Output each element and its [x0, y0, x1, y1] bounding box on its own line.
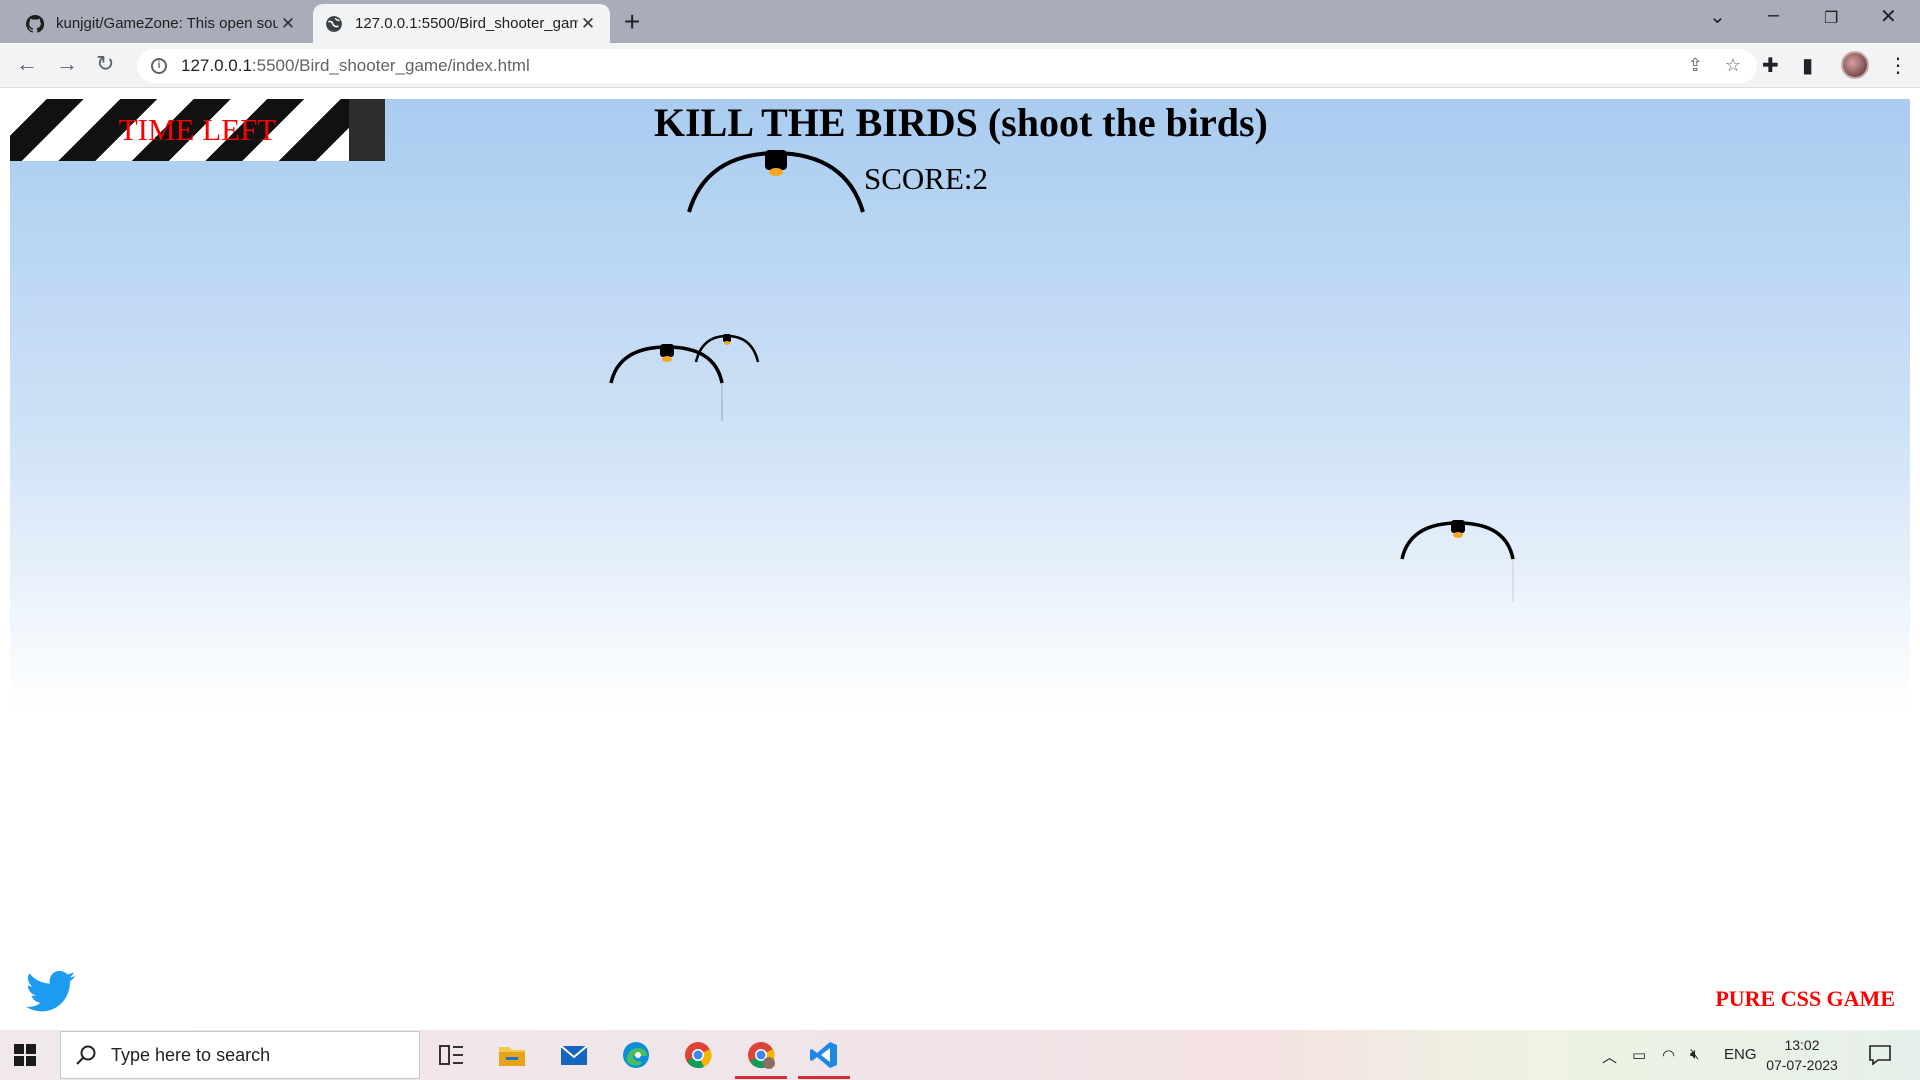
github-icon [26, 14, 44, 33]
clock-date: 07-07-2023 [1766, 1057, 1838, 1073]
taskbar-search-box[interactable]: Type here to search [60, 1031, 420, 1079]
tab-title: 127.0.0.1:5500/Bird_shooter_gam [355, 15, 578, 32]
globe-icon [326, 15, 342, 32]
battery-icon[interactable]: ▭ [1632, 1046, 1646, 1064]
time-left-bar: TIME LEFT [10, 99, 385, 161]
search-placeholder: Type here to search [111, 1044, 271, 1065]
chrome-profile-icon[interactable] [746, 1040, 776, 1070]
forward-arrow-icon[interactable]: → [56, 51, 78, 77]
tab-gamezone[interactable]: kunjgit/GameZone: This open sou ✕ [14, 4, 310, 43]
search-icon [76, 1045, 96, 1065]
wifi-icon[interactable]: ◠ [1662, 1046, 1675, 1064]
url-host: 127.0.0.1 [181, 56, 252, 75]
minimize-icon[interactable]: – [1768, 4, 1779, 27]
notification-center-icon[interactable] [1868, 1043, 1892, 1067]
game-page: TIME LEFT KILL THE BIRDS (shoot the bird… [0, 89, 1920, 1030]
bookmark-star-icon[interactable]: ☆ [1725, 55, 1741, 76]
volume-muted-icon[interactable]: 🔇︎ [1690, 1046, 1699, 1063]
time-left-label: TIME LEFT [118, 112, 277, 147]
twitter-icon[interactable] [26, 971, 76, 1013]
extensions-puzzle-icon[interactable]: ✚ [1762, 53, 1779, 78]
browser-tab-strip: kunjgit/GameZone: This open sou ✕ 127.0.… [0, 0, 1920, 43]
reload-icon[interactable]: ↻ [96, 51, 114, 77]
edge-icon[interactable] [621, 1040, 651, 1070]
url-path: :5500/Bird_shooter_game/index.html [251, 56, 530, 75]
vscode-running-indicator [798, 1076, 850, 1079]
site-info-icon[interactable]: i [151, 58, 167, 74]
chrome-running-indicator [735, 1076, 787, 1079]
timer-end-cap [349, 99, 385, 161]
close-tab-icon[interactable]: ✕ [578, 14, 598, 34]
windows-taskbar: Type here to search ︿ ▭ ◠ 🔇︎ ENG 13:02 0… [0, 1030, 1920, 1080]
bird[interactable] [694, 332, 760, 372]
system-clock[interactable]: 13:02 07-07-2023 [1762, 1035, 1842, 1075]
task-view-icon[interactable] [436, 1040, 466, 1070]
url-text: 127.0.0.1:5500/Bird_shooter_game/index.h… [181, 56, 530, 76]
chrome-icon[interactable] [683, 1040, 713, 1070]
share-icon[interactable]: ⇪ [1688, 55, 1703, 76]
tab-title: kunjgit/GameZone: This open sou [56, 15, 278, 32]
windows-start-icon[interactable] [14, 1044, 36, 1066]
bird[interactable] [1400, 517, 1516, 607]
game-title: KILL THE BIRDS (shoot the birds) [654, 100, 1268, 145]
address-bar[interactable]: i 127.0.0.1:5500/Bird_shooter_game/index… [137, 49, 1757, 83]
browser-toolbar: ← → ↻ i 127.0.0.1:5500/Bird_shooter_game… [0, 43, 1920, 88]
bird[interactable] [686, 144, 866, 214]
new-tab-button[interactable]: + [624, 6, 640, 38]
show-hidden-icons-chevron-icon[interactable]: ︿ [1602, 1046, 1617, 1067]
file-explorer-icon[interactable] [497, 1040, 527, 1070]
menu-kebab-icon[interactable]: ⋮ [1888, 53, 1908, 78]
side-panel-icon[interactable]: ▮ [1802, 53, 1813, 78]
close-window-icon[interactable]: ✕ [1880, 4, 1897, 29]
profile-avatar[interactable] [1841, 51, 1869, 79]
score-display: SCORE:2 [864, 161, 989, 196]
language-indicator[interactable]: ENG [1724, 1046, 1757, 1063]
back-arrow-icon[interactable]: ← [16, 51, 38, 77]
tab-bird-shooter[interactable]: 127.0.0.1:5500/Bird_shooter_gam ✕ [313, 4, 610, 43]
vscode-icon[interactable] [809, 1040, 839, 1070]
mail-icon[interactable] [559, 1040, 589, 1070]
tab-search-icon[interactable]: ⌄ [1709, 4, 1726, 29]
pure-css-game-label: PURE CSS GAME [1715, 986, 1895, 1011]
close-tab-icon[interactable]: ✕ [278, 14, 298, 34]
clock-time: 13:02 [1784, 1037, 1820, 1053]
restore-icon[interactable]: ❐ [1824, 8, 1838, 28]
